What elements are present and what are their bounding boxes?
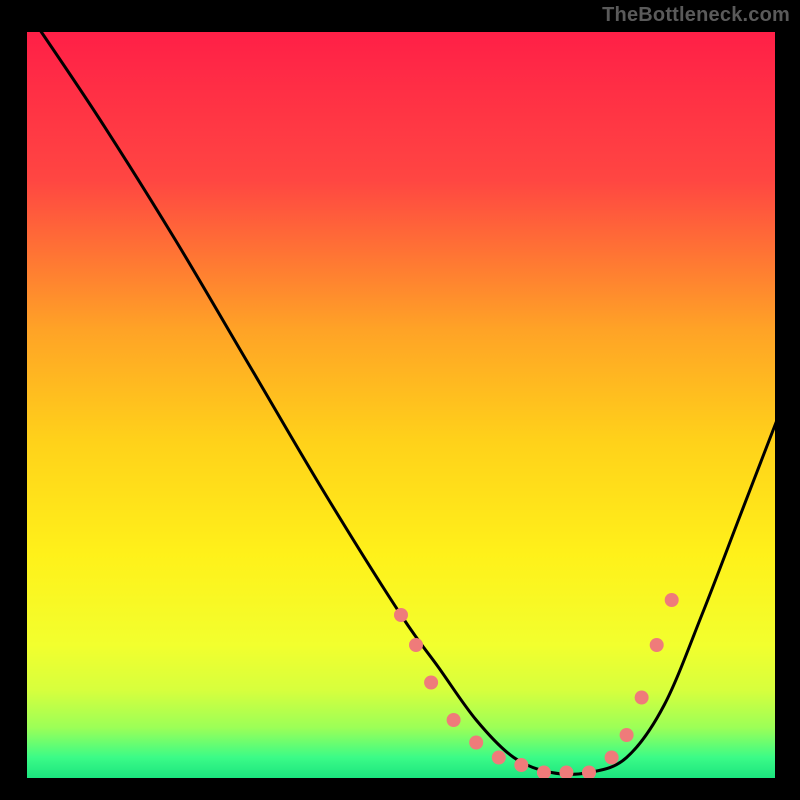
data-point (424, 676, 438, 690)
bottleneck-chart (0, 0, 800, 800)
data-point (537, 766, 551, 780)
data-point (620, 728, 634, 742)
data-point (447, 713, 461, 727)
chart-frame: TheBottleneck.com (0, 0, 800, 800)
data-point (409, 638, 423, 652)
data-point (394, 608, 408, 622)
data-point (650, 638, 664, 652)
data-point (514, 758, 528, 772)
data-point (582, 766, 596, 780)
data-point (665, 593, 679, 607)
plot-background (25, 30, 777, 780)
data-point (492, 751, 506, 765)
data-point (605, 751, 619, 765)
attribution-label: TheBottleneck.com (602, 4, 790, 27)
data-point (635, 691, 649, 705)
data-point (469, 736, 483, 750)
data-point (559, 766, 573, 780)
